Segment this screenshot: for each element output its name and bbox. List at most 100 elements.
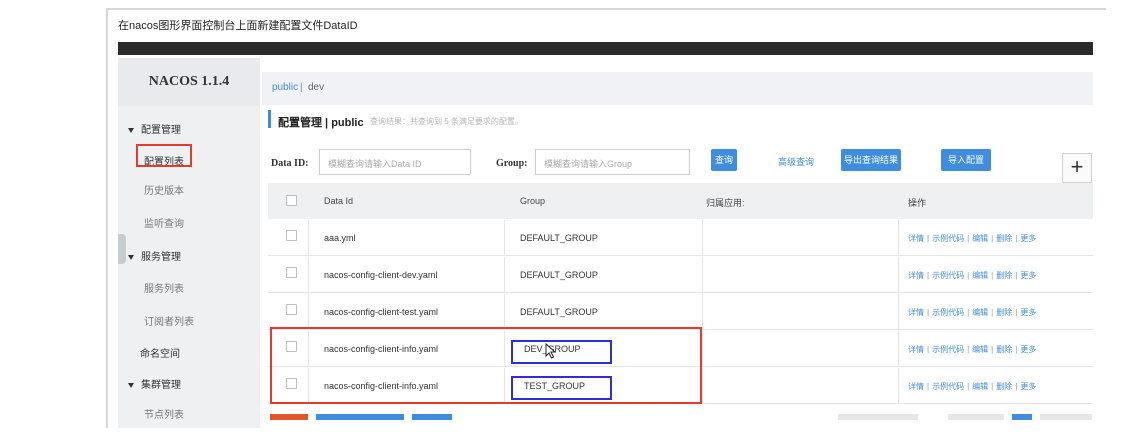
annotation-highlight-test-group — [511, 376, 612, 400]
sidebar-item-subscriber-list[interactable]: 订阅者列表 — [144, 313, 194, 328]
dataid-search-input[interactable]: 模糊查询请输入Data ID — [319, 149, 471, 175]
sidebar-item-history[interactable]: 历史版本 — [144, 182, 184, 197]
cell-group: DEFAULT_GROUP — [520, 307, 598, 317]
pagination-current-page[interactable] — [1012, 414, 1032, 420]
sample-code-link[interactable]: 示例代码 — [932, 345, 964, 354]
table-row: nacos-config-client-dev.yaml DEFAULT_GRO… — [268, 257, 1093, 293]
column-divider — [504, 220, 505, 256]
sample-code-link[interactable]: 示例代码 — [932, 234, 964, 243]
cell-dataid: aaa.yml — [324, 233, 356, 243]
export-results-button[interactable]: 导出查询结果 — [841, 149, 901, 171]
separator: | — [991, 345, 994, 354]
column-divider — [504, 294, 505, 330]
more-link[interactable]: 更多 — [1020, 382, 1036, 391]
more-link[interactable]: 更多 — [1020, 308, 1036, 317]
dataid-label: Data ID: — [271, 158, 309, 169]
column-divider — [898, 294, 899, 330]
row-checkbox[interactable] — [286, 230, 297, 241]
top-navbar — [118, 42, 1093, 55]
query-summary: 查询结果：共查询到 5 条满足要求的配置。 — [370, 117, 523, 126]
query-button[interactable]: 查询 — [711, 149, 737, 171]
row-actions: 详情 | 示例代码 | 编辑 | 删除 | 更多 — [908, 233, 1036, 244]
separator: | — [1015, 345, 1018, 354]
column-divider — [702, 257, 703, 293]
pagination-prev[interactable] — [948, 414, 1004, 420]
sidebar-item-service-list[interactable]: 服务列表 — [144, 280, 184, 295]
column-divider — [308, 220, 309, 256]
sidebar: NACOS 1.1.4 配置管理 配置列表 历史版本 监听查询 服务管理 服务列… — [118, 58, 260, 428]
delete-link[interactable]: 删除 — [996, 271, 1012, 280]
add-config-button[interactable]: + — [1062, 153, 1092, 183]
export-selected-button[interactable] — [316, 414, 404, 420]
sample-code-link[interactable]: 示例代码 — [932, 382, 964, 391]
column-divider — [702, 220, 703, 256]
advanced-query-link[interactable]: 高级查询 — [778, 155, 814, 168]
delete-link[interactable]: 删除 — [996, 382, 1012, 391]
row-checkbox[interactable] — [286, 304, 297, 315]
details-link[interactable]: 详情 — [908, 308, 924, 317]
column-divider — [898, 331, 899, 367]
column-divider — [504, 257, 505, 293]
details-link[interactable]: 详情 — [908, 382, 924, 391]
row-actions: 详情 | 示例代码 | 编辑 | 删除 | 更多 — [908, 344, 1036, 355]
more-link[interactable]: 更多 — [1020, 271, 1036, 280]
edit-link[interactable]: 编辑 — [972, 345, 988, 354]
edit-link[interactable]: 编辑 — [972, 308, 988, 317]
separator: | — [967, 308, 970, 317]
annotation-highlight-dev-group — [511, 340, 612, 364]
delete-link[interactable]: 删除 — [996, 345, 1012, 354]
namespace-separator: | — [300, 82, 303, 93]
sidebar-item-node-list[interactable]: 节点列表 — [144, 406, 184, 421]
more-link[interactable]: 更多 — [1020, 345, 1036, 354]
sidebar-item-namespace[interactable]: 命名空间 — [140, 345, 180, 360]
column-divider — [898, 368, 899, 404]
separator: | — [967, 382, 970, 391]
more-link[interactable]: 更多 — [1020, 234, 1036, 243]
edit-link[interactable]: 编辑 — [972, 271, 988, 280]
sample-code-link[interactable]: 示例代码 — [932, 308, 964, 317]
group-search-input[interactable]: 模糊查询请输入Group — [535, 149, 690, 175]
delete-link[interactable]: 删除 — [996, 234, 1012, 243]
edit-link[interactable]: 编辑 — [972, 234, 988, 243]
details-link[interactable]: 详情 — [908, 345, 924, 354]
column-divider — [308, 257, 309, 293]
separator: | — [927, 271, 930, 280]
caret-down-icon — [128, 254, 134, 260]
namespace-bar: public | dev — [262, 72, 1093, 105]
sidebar-group-config[interactable]: 配置管理 — [128, 121, 181, 136]
separator: | — [1015, 382, 1018, 391]
clone-button[interactable] — [412, 414, 452, 420]
cell-group: DEFAULT_GROUP — [520, 233, 598, 243]
sidebar-item-listener-query[interactable]: 监听查询 — [144, 215, 184, 230]
column-header-app: 归属应用: — [706, 198, 745, 208]
sidebar-group-cluster[interactable]: 集群管理 — [128, 376, 181, 391]
namespace-public-link[interactable]: public — [272, 82, 298, 93]
row-checkbox[interactable] — [286, 267, 297, 278]
row-actions: 详情 | 示例代码 | 编辑 | 删除 | 更多 — [908, 307, 1036, 318]
separator: | — [927, 382, 930, 391]
annotation-highlight-config-list — [136, 144, 192, 167]
separator: | — [927, 234, 930, 243]
sidebar-group-service[interactable]: 服务管理 — [128, 248, 181, 263]
details-link[interactable]: 详情 — [908, 271, 924, 280]
table-header: Data Id Group 归属应用: 操作 — [268, 183, 1093, 219]
delete-batch-button[interactable] — [270, 414, 308, 420]
edit-link[interactable]: 编辑 — [972, 382, 988, 391]
sidebar-collapse-handle[interactable] — [118, 234, 126, 264]
details-link[interactable]: 详情 — [908, 234, 924, 243]
import-config-button[interactable]: 导入配置 — [941, 149, 991, 171]
cell-dataid: nacos-config-client-test.yaml — [324, 307, 439, 317]
namespace-dev-link[interactable]: dev — [308, 82, 324, 93]
column-header-actions: 操作 — [908, 198, 927, 208]
separator: | — [1015, 308, 1018, 317]
sample-code-link[interactable]: 示例代码 — [932, 271, 964, 280]
column-divider — [308, 294, 309, 330]
pagination-next[interactable] — [1040, 414, 1092, 420]
cell-dataid: nacos-config-client-dev.yaml — [324, 270, 438, 280]
delete-link[interactable]: 删除 — [996, 308, 1012, 317]
column-header-dataid: Data Id — [324, 196, 354, 206]
select-all-checkbox[interactable] — [286, 195, 297, 206]
separator: | — [967, 234, 970, 243]
column-divider — [702, 294, 703, 330]
page-size-select[interactable] — [838, 414, 918, 420]
